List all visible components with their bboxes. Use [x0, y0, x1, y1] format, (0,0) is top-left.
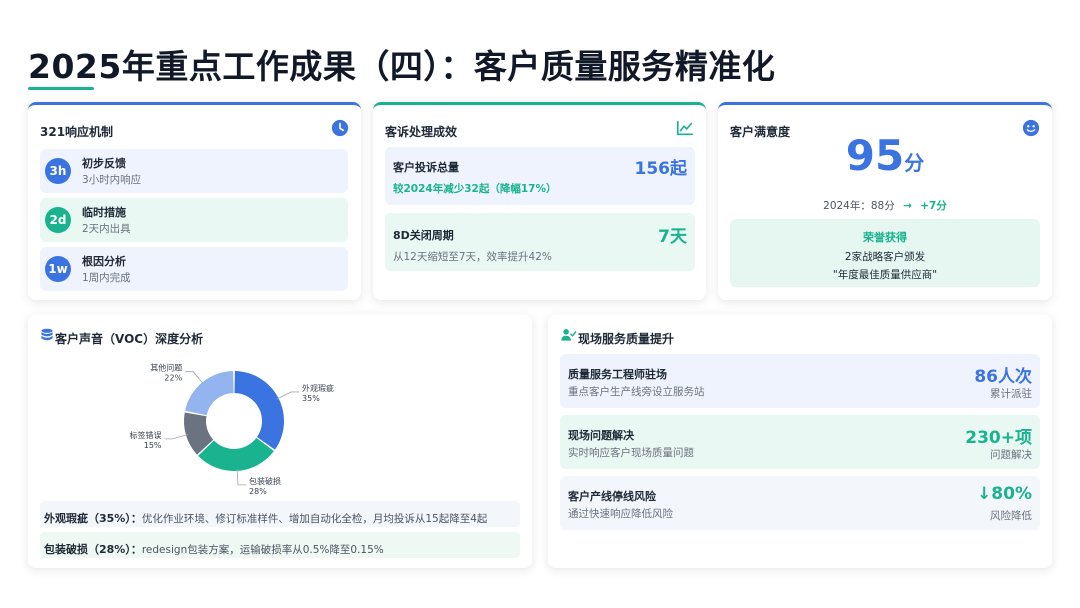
response-item-name: 根因分析	[82, 255, 126, 268]
response-item-desc: 3小时内响应	[82, 174, 142, 186]
satisfaction-score-unit: 分	[904, 151, 925, 175]
response-item-name: 临时措施	[82, 206, 126, 219]
voc-row-text: redesign包装方案，运输破损率从0.5%降至0.15%	[141, 544, 384, 556]
donut-category-label: 其他问题	[150, 363, 182, 373]
donut-category-label: 外观瑕疵	[302, 383, 334, 393]
complaints-close-label: 8D关闭周期	[393, 229, 454, 242]
complaints-close-value: 7天	[658, 227, 687, 247]
user-check-icon	[561, 329, 577, 341]
badge-2d: 2d	[45, 207, 71, 233]
response-item-desc: 2天内出具	[82, 223, 131, 235]
satisfaction-card: 客户满意度 95分 2024年：88分 → +7分 荣誉获得 2家战略客户颁发 …	[718, 102, 1052, 300]
onsite-row-sub: 累计派驻	[990, 388, 1032, 400]
complaints-title: 客诉处理成效	[385, 125, 458, 139]
complaints-total-box: 客户投诉总量 156起 较2024年减少32起（降幅17%）	[385, 147, 695, 205]
voc-row-key: 外观瑕疵（35%）：	[44, 512, 142, 525]
page-title: 2025年重点工作成果（四）：客户质量服务精准化	[28, 47, 776, 86]
satisfaction-compare: 2024年：88分 → +7分	[718, 198, 1052, 213]
voc-row-text: 优化作业环境、修订标准样件、增加自动化全检，月均投诉从15起降至4起	[141, 513, 488, 525]
complaints-close-note: 从12天缩短至7天，效率提升42%	[393, 251, 552, 263]
donut-category-label: 标签错误	[130, 430, 162, 440]
database-icon	[41, 328, 53, 341]
onsite-row-risk: 客户产线停线风险 通过快速响应降低风险 ↓80% 风险降低	[560, 476, 1040, 530]
arrow-right-icon: →	[903, 200, 912, 212]
onsite-row-desc: 重点客户生产线旁设立服务站	[568, 386, 705, 398]
satisfaction-prev: 2024年：88分	[823, 200, 895, 212]
donut-leader-line	[236, 468, 247, 486]
donut-value-label: 22%	[164, 374, 182, 383]
voc-row-appearance: 外观瑕疵（35%）：优化作业环境、修订标准样件、增加自动化全检，月均投诉从15起…	[40, 501, 520, 527]
response-title: 321响应机制	[40, 125, 114, 139]
award-line2: "年度最佳质量供应商"	[832, 269, 938, 281]
onsite-title: 现场服务质量提升	[578, 332, 675, 346]
satisfaction-score-value: 95	[845, 131, 905, 180]
response-item-rootcause: 1w 根因分析 1周内完成	[40, 247, 348, 291]
donut-slice-0	[234, 371, 284, 450]
onsite-row-value: 230+项	[965, 428, 1032, 448]
donut-value-label: 35%	[302, 394, 320, 403]
donut-slice-3	[185, 371, 234, 416]
complaints-card: 客诉处理成效 客户投诉总量 156起 较2024年减少32起（降幅17%） 8D…	[373, 102, 706, 300]
response-item-feedback: 3h 初步反馈 3小时内响应	[40, 149, 348, 193]
onsite-row-value: 86人次	[974, 367, 1032, 387]
onsite-row-engineers: 质量服务工程师驻场 重点客户生产线旁设立服务站 86人次 累计派驻	[560, 354, 1040, 408]
onsite-row-value: ↓80%	[977, 484, 1032, 504]
complaints-total-note: 较2024年减少32起（降幅17%）	[393, 183, 557, 195]
onsite-row-name: 客户产线停线风险	[568, 490, 656, 503]
voc-card: 客户声音（VOC）深度分析 外观瑕疵 35% 包装破损 28% 标签错误 15% 其他问题 2…	[28, 314, 532, 568]
title-underline	[28, 87, 94, 90]
onsite-row-name: 质量服务工程师驻场	[568, 368, 667, 381]
response-item-measures: 2d 临时措施 2天内出具	[40, 198, 348, 242]
complaints-total-label: 客户投诉总量	[393, 161, 459, 174]
response-card: 321响应机制 3h 初步反馈 3小时内响应 2d 临时措施 2天内出具 1w …	[28, 102, 361, 300]
award-line1: 2家战略客户颁发	[844, 251, 926, 263]
line-chart-icon	[676, 120, 694, 136]
onsite-row-desc: 通过快速响应降低风险	[568, 508, 673, 520]
donut-value-label: 28%	[249, 487, 267, 496]
voc-donut-chart: 外观瑕疵35% 包装破损28% 标签错误15% 其他问题22%	[130, 363, 334, 496]
satisfaction-score: 95分	[718, 131, 1052, 180]
award-box: 荣誉获得 2家战略客户颁发 "年度最佳质量供应商"	[730, 219, 1040, 287]
complaints-close-box: 8D关闭周期 7天 从12天缩短至7天，效率提升42%	[385, 213, 695, 271]
donut-leader-line	[164, 434, 189, 440]
voc-row-key: 包装破损（28%）：	[44, 543, 142, 556]
badge-1w: 1w	[45, 256, 71, 282]
badge-3h: 3h	[45, 158, 71, 184]
onsite-row-sub: 风险降低	[990, 510, 1032, 522]
response-item-desc: 1周内完成	[82, 272, 131, 284]
donut-leader-line	[185, 371, 204, 385]
onsite-row-name: 现场问题解决	[568, 429, 634, 442]
satisfaction-delta: +7分	[920, 200, 947, 212]
donut-leader-line	[276, 391, 300, 400]
response-item-name: 初步反馈	[82, 157, 126, 170]
award-title: 荣誉获得	[863, 231, 907, 244]
complaints-total-value: 156起	[634, 159, 688, 179]
donut-value-label: 15%	[144, 441, 162, 450]
clock-icon	[331, 119, 349, 137]
onsite-row-sub: 问题解决	[990, 449, 1032, 461]
onsite-card: 现场服务质量提升 质量服务工程师驻场 重点客户生产线旁设立服务站 86人次 累计…	[548, 314, 1052, 568]
onsite-row-problems: 现场问题解决 实时响应客户现场质量问题 230+项 问题解决	[560, 415, 1040, 469]
onsite-row-desc: 实时响应客户现场质量问题	[568, 447, 694, 459]
donut-category-label: 包装破损	[249, 476, 281, 486]
voc-row-packaging: 包装破损（28%）：redesign包装方案，运输破损率从0.5%降至0.15%	[40, 532, 520, 558]
